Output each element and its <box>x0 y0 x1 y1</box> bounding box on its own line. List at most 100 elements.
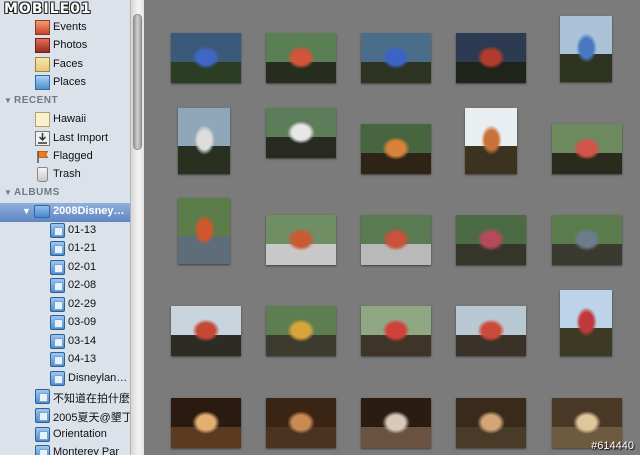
album-icon <box>35 389 50 404</box>
album-item[interactable]: Disneylan… <box>0 370 130 388</box>
faces-icon <box>35 57 50 72</box>
disclosure-triangle-icon[interactable]: ▼ <box>4 188 14 197</box>
photo-grid <box>144 0 640 455</box>
album-item[interactable]: 2005夏天@墾丁 <box>0 407 130 425</box>
photo-thumbnail[interactable] <box>456 306 526 356</box>
album-folder-2008disney[interactable]: ▼ 2008Disney… <box>0 203 130 222</box>
photo-subject <box>287 319 315 342</box>
sidebar-item-last-import[interactable]: Last Import <box>0 130 130 148</box>
photo-thumbnail[interactable] <box>361 33 431 83</box>
photo-subject <box>194 125 215 155</box>
album-item[interactable]: 01-21 <box>0 240 130 258</box>
album-icon <box>50 260 65 275</box>
album-item[interactable]: 03-14 <box>0 333 130 351</box>
photo-subject <box>287 46 315 69</box>
photo-thumbnail[interactable] <box>178 108 230 174</box>
album-label: 01-21 <box>68 242 97 254</box>
photo-subject <box>194 215 215 245</box>
photo-subject <box>573 411 601 434</box>
places-icon <box>35 75 50 90</box>
hawaii-album-icon <box>35 112 50 127</box>
albums-section-header[interactable]: ▼ ALBUMS <box>4 187 60 203</box>
photo-thumbnail[interactable] <box>560 16 612 82</box>
album-icon <box>35 408 50 423</box>
photo-subject <box>192 319 220 342</box>
photo-subject <box>287 228 315 251</box>
album-label: 01-13 <box>68 224 97 236</box>
photo-thumbnail[interactable] <box>456 398 526 448</box>
photo-thumbnail[interactable] <box>552 215 622 265</box>
photo-thumbnail[interactable] <box>361 215 431 265</box>
sidebar-item-hawaii[interactable]: Hawaii <box>0 111 130 129</box>
sidebar-item-photos[interactable]: Photos <box>0 37 130 55</box>
album-item[interactable]: 02-29 <box>0 296 130 314</box>
photo-subject <box>573 228 601 251</box>
album-label: Monterey Par <box>53 446 120 455</box>
events-icon <box>35 20 50 35</box>
photo-thumbnail[interactable] <box>171 398 241 448</box>
photo-thumbnail[interactable] <box>456 33 526 83</box>
photo-subject <box>576 33 597 63</box>
sidebar-scrollbar[interactable] <box>130 0 144 455</box>
sidebar-item-faces[interactable]: Faces <box>0 56 130 74</box>
album-item[interactable]: Orientation <box>0 426 130 444</box>
sidebar-item-trash[interactable]: Trash <box>0 166 130 184</box>
folder-disclosure-icon[interactable]: ▼ <box>22 206 31 216</box>
album-item[interactable]: 02-01 <box>0 259 130 277</box>
photo-thumbnail[interactable] <box>266 306 336 356</box>
album-item[interactable]: 03-09 <box>0 314 130 332</box>
disclosure-triangle-icon[interactable]: ▼ <box>4 96 14 105</box>
album-item[interactable]: 02-08 <box>0 277 130 295</box>
photo-subject <box>382 319 410 342</box>
sidebar-item-label: 2008Disney… <box>53 205 125 217</box>
photo-thumbnail[interactable] <box>266 398 336 448</box>
photo-subject <box>477 228 505 251</box>
album-icon <box>50 223 65 238</box>
album-icon <box>35 427 50 442</box>
photo-thumbnail[interactable] <box>171 306 241 356</box>
album-icon <box>35 445 50 455</box>
flag-icon <box>35 149 50 164</box>
photo-thumbnail[interactable] <box>361 124 431 174</box>
sidebar-item-label: Hawaii <box>53 113 87 125</box>
album-label: 04-13 <box>68 353 97 365</box>
sidebar-item-label: Events <box>53 21 87 33</box>
photo-subject <box>477 319 505 342</box>
album-item[interactable]: 不知道在拍什麼 <box>0 388 130 406</box>
sidebar-item-label: Last Import <box>53 132 109 144</box>
watermark: #614440 <box>591 440 634 452</box>
album-item[interactable]: 04-13 <box>0 351 130 369</box>
sidebar-item-events[interactable]: Events <box>0 19 130 37</box>
photo-subject <box>382 411 410 434</box>
album-label: 03-09 <box>68 316 97 328</box>
photo-subject <box>287 121 315 144</box>
photo-subject <box>477 46 505 69</box>
sidebar-scroll-thumb[interactable] <box>133 14 142 150</box>
recent-section-header[interactable]: ▼ RECENT <box>4 95 58 111</box>
photo-thumbnail[interactable] <box>171 33 241 83</box>
source-list-sidebar: MOBILE01 Events Photos Faces Places ▼ REC… <box>0 0 130 455</box>
album-label: Orientation <box>53 428 107 440</box>
album-item[interactable]: 01-13 <box>0 222 130 240</box>
photo-thumbnail[interactable] <box>361 398 431 448</box>
photo-thumbnail[interactable] <box>266 33 336 83</box>
photo-thumbnail[interactable] <box>178 198 230 264</box>
photo-thumbnail[interactable] <box>465 108 517 174</box>
photo-thumbnail[interactable] <box>560 290 612 356</box>
album-icon <box>50 371 65 386</box>
sidebar-item-places[interactable]: Places <box>0 74 130 92</box>
photo-thumbnail[interactable] <box>266 215 336 265</box>
photo-thumbnail[interactable] <box>361 306 431 356</box>
photo-thumbnail[interactable] <box>266 108 336 158</box>
album-label: 不知道在拍什麼 <box>53 393 130 405</box>
photo-subject <box>192 411 220 434</box>
photo-subject <box>576 307 597 337</box>
album-item[interactable]: Monterey Par <box>0 444 130 455</box>
sidebar-item-flagged[interactable]: Flagged <box>0 148 130 166</box>
sidebar-item-label: Flagged <box>53 150 93 162</box>
album-label: 02-01 <box>68 261 97 273</box>
photo-thumbnail[interactable] <box>552 124 622 174</box>
photo-subject <box>382 228 410 251</box>
photos-icon <box>35 38 50 53</box>
photo-thumbnail[interactable] <box>456 215 526 265</box>
